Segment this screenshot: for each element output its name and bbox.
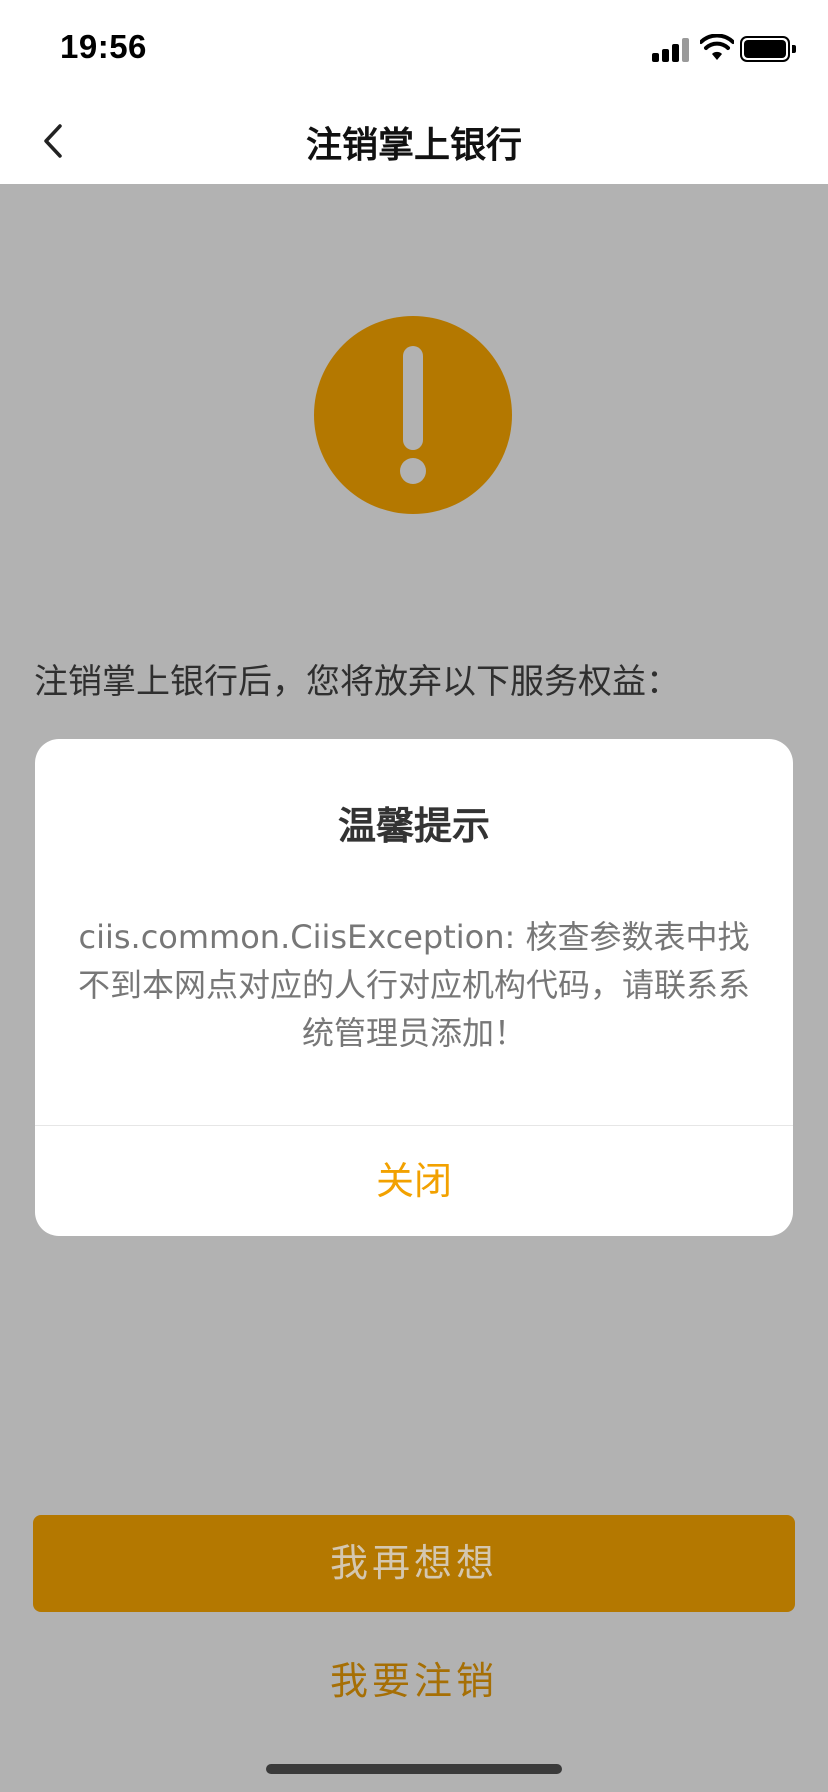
home-indicator[interactable] (266, 1764, 562, 1774)
cellular-signal-icon (652, 38, 692, 62)
exclamation-circle-icon (314, 316, 512, 514)
confirm-cancel-account-button[interactable]: 我要注销 (0, 1650, 828, 1705)
dialog-close-button[interactable]: 关闭 (35, 1126, 793, 1236)
dialog-title: 温馨提示 (337, 804, 490, 848)
intro-text: 注销掌上银行后，您将放弃以下服务权益： (34, 662, 680, 702)
reconsider-button[interactable]: 我再想想 (33, 1515, 795, 1612)
status-time: 19:56 (60, 28, 147, 65)
dialog-message: ciis.common.CiisException: 核查参数表中找不到本网点对… (77, 918, 750, 1052)
battery-icon (740, 36, 796, 62)
top-bar: 19:56 注销掌上银行 (0, 0, 828, 184)
page-title: 注销掌上银行 (305, 125, 522, 166)
screen: 19:56 注销掌上银行 注销掌上银行后，您将放弃以下服务权益： 温馨提示 ci… (0, 0, 828, 1792)
alert-dialog: 温馨提示 ciis.common.CiisException: 核查参数表中找不… (35, 739, 793, 1236)
wifi-icon (700, 34, 734, 60)
